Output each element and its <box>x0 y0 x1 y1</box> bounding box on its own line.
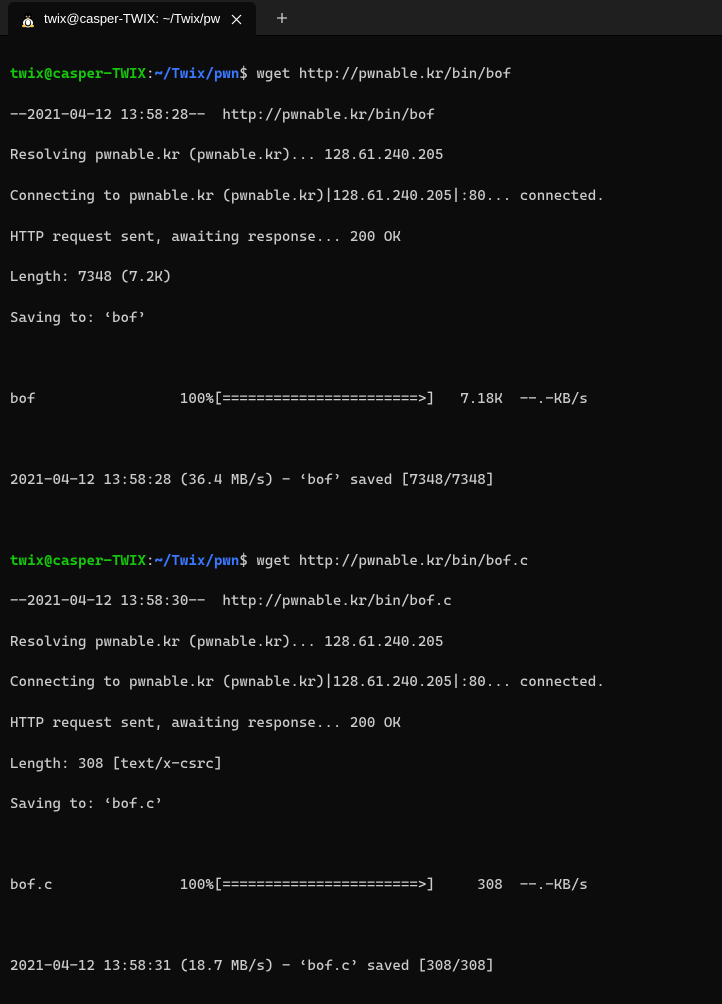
command-text: wget http://pwnable.kr/bin/bof.c <box>256 553 528 569</box>
command-text: wget http://pwnable.kr/bin/bof <box>256 66 511 82</box>
output-line: Saving to: ‘bof’ <box>10 308 712 328</box>
tux-icon <box>20 12 36 28</box>
output-line: HTTP request sent, awaiting response... … <box>10 227 712 247</box>
output-line: Connecting to pwnable.kr (pwnable.kr)|12… <box>10 186 712 206</box>
titlebar: twix@casper-TWIX: ~/Twix/pw <box>0 0 722 36</box>
output-line: 2021-04-12 13:58:28 (36.4 MB/s) - ‘bof’ … <box>10 470 712 490</box>
prompt-dollar: $ <box>239 66 248 82</box>
terminal-tab[interactable]: twix@casper-TWIX: ~/Twix/pw <box>8 2 256 38</box>
empty-line <box>10 348 712 368</box>
terminal-content[interactable]: twix@casper-TWIX:~/Twix/pwn$ wget http:/… <box>0 36 722 1004</box>
output-line: Resolving pwnable.kr (pwnable.kr)... 128… <box>10 632 712 652</box>
prompt-dollar: $ <box>239 553 248 569</box>
output-line: --2021-04-12 13:58:28-- http://pwnable.k… <box>10 105 712 125</box>
prompt-path: ~/Twix/pwn <box>154 66 239 82</box>
output-line: Length: 7348 (7.2K) <box>10 267 712 287</box>
prompt-user: twix@casper-TWIX <box>10 553 146 569</box>
output-line: Length: 308 [text/x-csrc] <box>10 754 712 774</box>
empty-line <box>10 916 712 936</box>
prompt-path: ~/Twix/pwn <box>154 553 239 569</box>
empty-line <box>10 510 712 530</box>
new-tab-button[interactable] <box>268 4 296 32</box>
progress-line: bof 100%[=======================>] 7.18K… <box>10 389 712 409</box>
output-line: --2021-04-12 13:58:30-- http://pwnable.k… <box>10 591 712 611</box>
prompt-line-1: twix@casper-TWIX:~/Twix/pwn$ wget http:/… <box>10 64 712 84</box>
output-line: Connecting to pwnable.kr (pwnable.kr)|12… <box>10 672 712 692</box>
close-icon[interactable] <box>228 12 244 28</box>
output-line: HTTP request sent, awaiting response... … <box>10 713 712 733</box>
empty-line <box>10 835 712 855</box>
empty-line <box>10 429 712 449</box>
output-line: Resolving pwnable.kr (pwnable.kr)... 128… <box>10 145 712 165</box>
output-line: Saving to: ‘bof.c’ <box>10 794 712 814</box>
output-line: 2021-04-12 13:58:31 (18.7 MB/s) - ‘bof.c… <box>10 956 712 976</box>
prompt-line-2: twix@casper-TWIX:~/Twix/pwn$ wget http:/… <box>10 551 712 571</box>
tab-title: twix@casper-TWIX: ~/Twix/pw <box>44 10 220 28</box>
progress-line: bof.c 100%[=======================>] 308… <box>10 875 712 895</box>
prompt-user: twix@casper-TWIX <box>10 66 146 82</box>
